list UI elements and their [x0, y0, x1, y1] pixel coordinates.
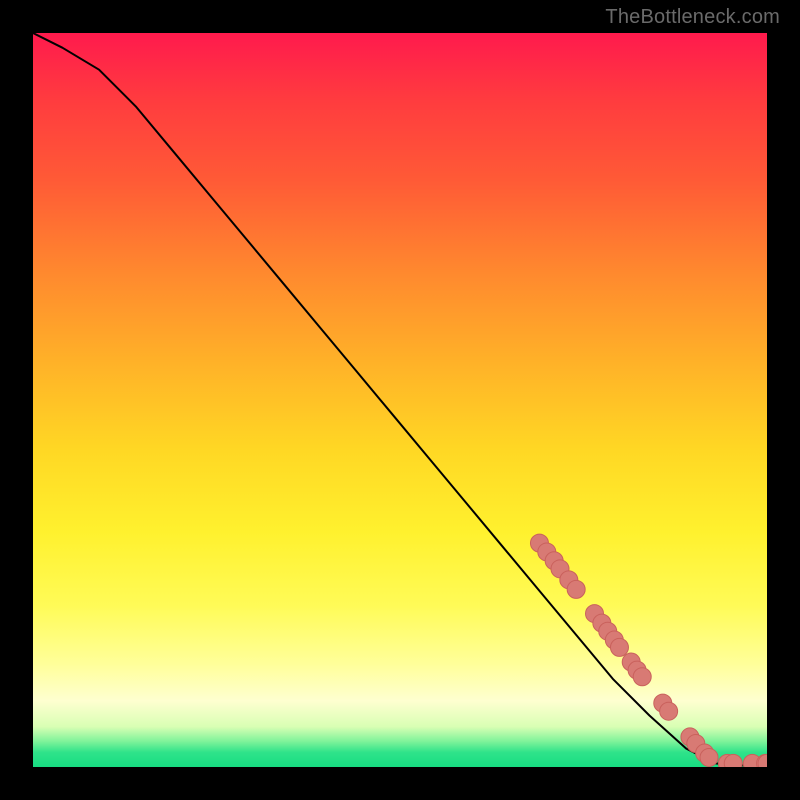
marker-point: [700, 748, 718, 766]
marker-point: [660, 702, 678, 720]
watermark-text: TheBottleneck.com: [605, 6, 780, 29]
chart-frame: TheBottleneck.com: [0, 0, 800, 800]
highlighted-markers: [530, 534, 767, 767]
marker-point: [567, 580, 585, 598]
marker-point: [633, 668, 651, 686]
curve-group: [33, 33, 767, 766]
marker-point: [724, 754, 742, 767]
marker-point: [610, 638, 628, 656]
chart-svg-layer: [33, 33, 767, 767]
bottleneck-curve: [33, 33, 767, 766]
